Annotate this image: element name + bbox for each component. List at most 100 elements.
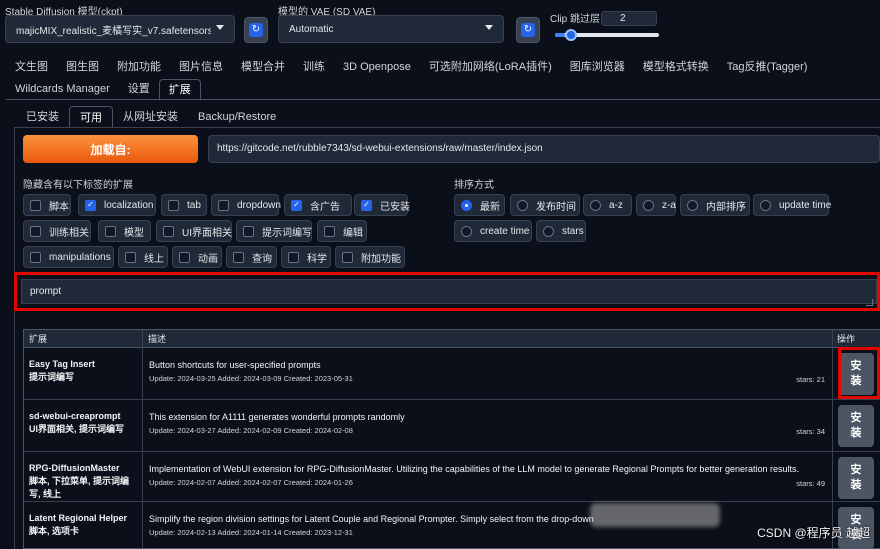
main-tab[interactable]: 3D Openpose <box>334 57 420 77</box>
filter-chip[interactable]: 科学 <box>281 246 331 268</box>
filter-chip[interactable]: 训练相关 <box>23 220 91 242</box>
main-tab[interactable]: 图片信息 <box>170 57 232 77</box>
install-button[interactable]: 安装 <box>838 457 874 499</box>
checkbox[interactable] <box>30 251 41 263</box>
resize-handle[interactable] <box>866 299 873 306</box>
checkbox[interactable] <box>168 199 179 211</box>
main-tab[interactable]: 图生图 <box>57 57 108 77</box>
checkbox[interactable] <box>179 251 190 263</box>
extension-title[interactable]: RPG-DiffusionMaster <box>29 462 139 475</box>
filter-label: 查询 <box>252 253 272 265</box>
radio-button[interactable] <box>517 199 528 211</box>
sort-option[interactable]: 内部排序 <box>680 194 750 216</box>
checkbox[interactable] <box>233 251 244 263</box>
index-url-input[interactable]: https://gitcode.net/rubble7343/sd-webui-… <box>208 135 880 163</box>
main-tab[interactable]: Wildcards Manager <box>6 79 119 99</box>
checkbox[interactable]: ✓ <box>291 199 302 211</box>
sort-option[interactable]: 发布时间 <box>510 194 580 216</box>
clip-skip-input[interactable]: 2 <box>601 11 657 26</box>
sort-option[interactable]: a-z <box>583 194 632 216</box>
filter-label: manipulations <box>49 251 111 263</box>
sort-option[interactable]: update time <box>753 194 831 216</box>
filter-chip[interactable]: dropdown <box>211 194 281 216</box>
refresh-vae-button[interactable]: ↻ <box>516 17 540 43</box>
search-input[interactable]: prompt <box>21 279 877 304</box>
checkbox[interactable] <box>163 225 174 237</box>
sort-option[interactable]: stars <box>536 220 586 242</box>
load-from-button[interactable]: 加载自: <box>23 135 198 163</box>
filter-chip[interactable]: UI界面相关 <box>156 220 232 242</box>
checkbox[interactable] <box>30 225 41 237</box>
filter-chip[interactable]: tab <box>161 194 207 216</box>
extension-tags: 脚本, 选项卡 <box>29 526 80 536</box>
filter-chip[interactable]: 提示词编写 <box>236 220 312 242</box>
filter-chip[interactable]: 线上 <box>118 246 168 268</box>
checkbox[interactable] <box>105 225 116 237</box>
install-button[interactable]: 安装 <box>838 405 874 447</box>
main-tab[interactable]: 文生图 <box>6 57 57 77</box>
sort-option[interactable]: create time <box>454 220 532 242</box>
radio-button[interactable] <box>461 225 472 237</box>
slider-thumb[interactable] <box>565 29 578 41</box>
main-tab[interactable]: 模型合并 <box>232 57 294 77</box>
sub-tab[interactable]: 可用 <box>69 106 113 128</box>
checkbox[interactable] <box>125 251 136 263</box>
filter-chip[interactable]: ✓ localization <box>78 194 156 216</box>
hide-tags-label: 隐藏含有以下标签的扩展 <box>23 180 133 191</box>
sort-option[interactable]: 最新 <box>454 194 505 216</box>
extension-title[interactable]: Easy Tag Insert <box>29 358 139 371</box>
sub-tab[interactable]: 从网址安装 <box>113 106 188 128</box>
extension-title[interactable]: Latent Regional Helper <box>29 512 139 525</box>
extension-name[interactable]: Easy Tag Insert 提示词编写 <box>29 358 139 384</box>
radio-button[interactable] <box>461 199 472 211</box>
filter-chip[interactable]: ✓ 含广告 <box>284 194 352 216</box>
filter-chip[interactable]: 脚本 <box>23 194 71 216</box>
checkbox[interactable] <box>30 199 41 211</box>
filter-label: 脚本 <box>49 201 69 213</box>
main-tab[interactable]: 可选附加网络(LoRA插件) <box>420 57 561 77</box>
radio-button[interactable] <box>643 199 654 211</box>
checkbox[interactable] <box>288 251 299 263</box>
refresh-model-button[interactable]: ↻ <box>244 17 268 43</box>
checkbox[interactable]: ✓ <box>85 199 96 211</box>
filter-chip[interactable]: 查询 <box>226 246 277 268</box>
radio-button[interactable] <box>687 199 698 211</box>
sub-tab[interactable]: 已安装 <box>16 106 69 128</box>
checkbox[interactable] <box>218 199 229 211</box>
main-tab[interactable]: 附加功能 <box>108 57 170 77</box>
radio-button[interactable] <box>543 225 554 237</box>
main-tab[interactable]: 扩展 <box>158 79 201 99</box>
extension-title[interactable]: sd-webui-creaprompt <box>29 410 139 423</box>
checkbox[interactable]: ✓ <box>361 199 372 211</box>
extension-name[interactable]: Latent Regional Helper 脚本, 选项卡 <box>29 512 139 538</box>
extension-description: Button shortcuts for user-specified prom… <box>149 360 321 370</box>
filter-chip[interactable]: 附加功能 <box>335 246 405 268</box>
filter-chip[interactable]: ✓ 已安装 <box>354 194 410 216</box>
main-tab[interactable]: Tag反推(Tagger) <box>718 57 817 77</box>
main-tab[interactable]: 设置 <box>119 79 159 99</box>
filter-chip[interactable]: manipulations <box>23 246 114 268</box>
filter-chip[interactable]: 动画 <box>172 246 222 268</box>
extension-name[interactable]: RPG-DiffusionMaster 脚本, 下拉菜单, 提示词编写, 线上 <box>29 462 139 501</box>
main-tab[interactable]: 训练 <box>294 57 334 77</box>
extension-dates: Update: 2024-03-27 Added: 2024-02-09 Cre… <box>149 426 353 435</box>
model-select[interactable]: majicMIX_realistic_麦橘写实_v7.safetensors [… <box>5 15 235 43</box>
sort-option[interactable]: z-a <box>636 194 676 216</box>
sub-tab[interactable]: Backup/Restore <box>188 106 286 128</box>
extension-stars: stars: 34 <box>796 427 825 436</box>
filter-chip[interactable]: 编辑 <box>317 220 367 242</box>
radio-button[interactable] <box>760 199 771 211</box>
checkbox[interactable] <box>324 225 335 237</box>
vae-select[interactable]: Automatic <box>278 15 504 43</box>
filter-label: 编辑 <box>343 227 363 239</box>
filter-chip[interactable]: 模型 <box>98 220 151 242</box>
checkbox[interactable] <box>243 225 254 237</box>
main-tab[interactable]: 模型格式转换 <box>634 57 718 77</box>
main-tab[interactable]: 图库浏览器 <box>561 57 634 77</box>
extension-dates: Update: 2024-02-13 Added: 2024-01-14 Cre… <box>149 528 353 537</box>
extension-name[interactable]: sd-webui-creaprompt UI界面相关, 提示词编写 <box>29 410 139 436</box>
filter-label: 附加功能 <box>361 253 401 265</box>
checkbox[interactable] <box>342 251 353 263</box>
chevron-down-icon <box>216 25 224 30</box>
radio-button[interactable] <box>590 199 601 211</box>
